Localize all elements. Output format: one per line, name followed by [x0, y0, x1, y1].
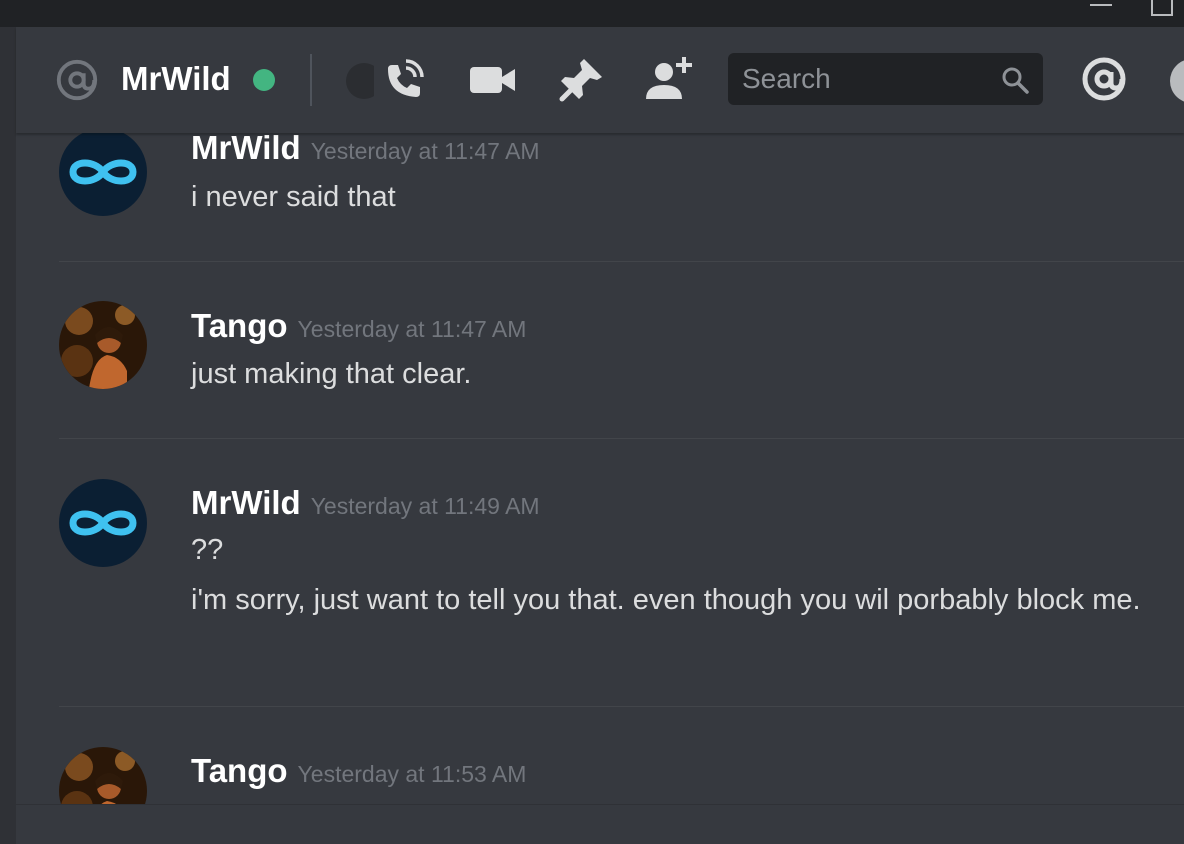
message-timestamp: Yesterday at 11:47 AM	[297, 316, 527, 342]
message-timestamp: Yesterday at 11:49 AM	[310, 493, 540, 519]
message-author[interactable]: MrWild	[191, 133, 301, 166]
message-header: MrWild Yesterday at 11:47 AM	[191, 133, 540, 170]
at-icon	[56, 59, 98, 101]
message-divider	[59, 261, 1184, 262]
pin-icon[interactable]	[556, 55, 606, 105]
message-header: Tango Yesterday at 11:47 AM	[191, 307, 526, 348]
call-icon[interactable]	[378, 55, 428, 105]
message-divider	[59, 706, 1184, 707]
call-indicator	[346, 63, 374, 99]
message-author[interactable]: Tango	[191, 307, 288, 344]
window-titlebar	[0, 0, 1184, 27]
message-list: MrWild Yesterday at 11:47 AM i never said…	[16, 133, 1184, 844]
message-text: i never said that	[191, 181, 396, 213]
message-header: MrWild Yesterday at 11:49 AM	[191, 484, 540, 525]
avatar[interactable]	[59, 301, 147, 389]
channel-header: MrWild Search	[16, 27, 1184, 133]
help-icon[interactable]	[1168, 57, 1184, 105]
add-friend-icon[interactable]	[644, 55, 694, 105]
maximize-button[interactable]	[1148, 0, 1176, 20]
search-input[interactable]: Search	[728, 53, 1043, 105]
avatar[interactable]	[59, 133, 147, 216]
message-header: Tango Yesterday at 11:53 AM	[191, 752, 526, 793]
message-text: i'm sorry, just want to tell you that. e…	[191, 584, 1141, 616]
message-divider	[59, 438, 1184, 439]
avatar[interactable]	[59, 479, 147, 567]
message-timestamp: Yesterday at 11:47 AM	[310, 138, 540, 164]
message-author[interactable]: Tango	[191, 752, 288, 789]
video-icon[interactable]	[468, 55, 518, 105]
minimize-button[interactable]	[1088, 0, 1116, 20]
header-divider	[310, 54, 312, 106]
message-input-area	[16, 804, 1184, 844]
search-placeholder: Search	[742, 63, 831, 94]
message-text: ??	[191, 534, 224, 566]
message-author[interactable]: MrWild	[191, 484, 301, 521]
online-status-indicator	[253, 69, 275, 91]
dm-recipient-name: MrWild	[121, 60, 231, 97]
mention-icon[interactable]	[1080, 55, 1128, 103]
search-icon	[1002, 67, 1029, 94]
message-timestamp: Yesterday at 11:53 AM	[297, 761, 527, 787]
message-text: just making that clear.	[191, 358, 472, 390]
sidebar-edge	[0, 27, 16, 844]
